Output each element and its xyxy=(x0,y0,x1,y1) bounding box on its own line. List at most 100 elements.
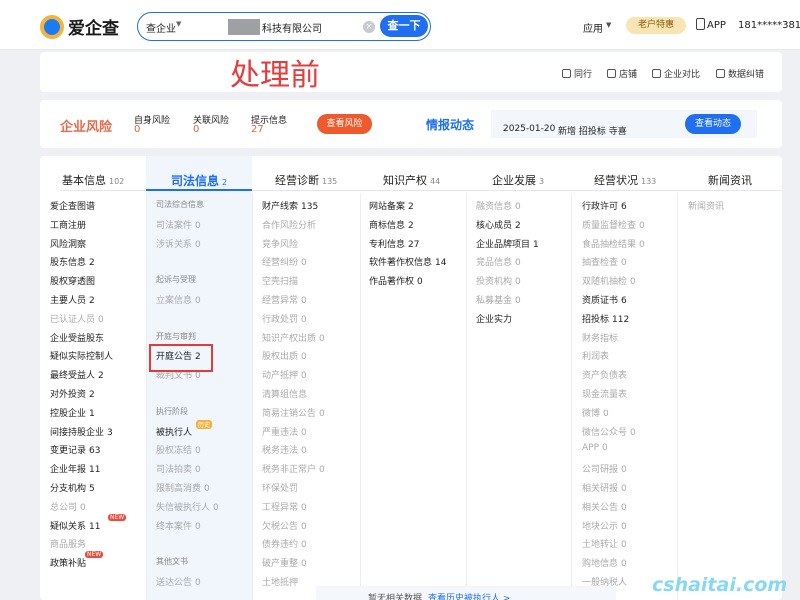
list-item[interactable]: 股权冻结 0 xyxy=(156,443,219,462)
list-item[interactable]: 地块公示 0 xyxy=(582,519,645,538)
list-item[interactable]: 专利信息 27 xyxy=(369,237,446,256)
list-item[interactable]: 软件著作权信息 14 xyxy=(369,255,446,274)
list-item[interactable]: 企业实力 xyxy=(476,312,539,331)
list-item[interactable]: 破产重整 0 xyxy=(262,556,325,575)
list-item[interactable]: 微信公众号 0 xyxy=(582,425,645,444)
compare-button[interactable]: 企业对比 xyxy=(652,67,700,80)
list-item[interactable]: 主要人员 2 xyxy=(50,293,113,312)
list-item[interactable]: 涉诉关系 0 xyxy=(156,237,219,256)
peer-button[interactable]: 同行 xyxy=(562,67,592,80)
list-item[interactable]: 税务违法 0 xyxy=(262,443,325,462)
tab-intellectual-property[interactable]: 知识产权 44 xyxy=(383,172,440,188)
list-item[interactable]: 商标信息 2 xyxy=(369,218,446,237)
list-item[interactable]: 合作风险分析 xyxy=(262,218,325,237)
tab-business-diagnosis[interactable]: 经营诊断 135 xyxy=(275,172,337,188)
tab-judicial-info[interactable]: 司法信息 2 xyxy=(171,172,227,189)
list-item[interactable]: 政策补贴 NEW xyxy=(50,551,113,575)
list-item[interactable]: 股东信息 2 xyxy=(50,255,113,274)
list-item[interactable]: 空壳扫描 xyxy=(262,274,325,293)
search-button[interactable]: 查一下 xyxy=(380,15,428,37)
list-item[interactable]: 抽查检查 0 xyxy=(582,255,645,274)
list-item[interactable]: 企业受益股东 xyxy=(50,331,113,350)
list-item[interactable]: 间接持股企业 3 xyxy=(50,425,113,444)
list-item[interactable]: 被执行人 历史 xyxy=(156,419,219,444)
list-item[interactable]: 爱企查图谱 xyxy=(50,199,113,218)
list-item[interactable]: 经营异常 0 xyxy=(262,293,325,312)
list-item[interactable]: 核心成员 2 xyxy=(476,218,539,237)
list-item[interactable]: 资产负债表 xyxy=(582,368,645,387)
list-item[interactable]: APP 0 xyxy=(582,443,645,462)
data-correction-button[interactable]: 数据纠错 xyxy=(716,67,764,80)
list-item[interactable]: 企业品牌项目 1 xyxy=(476,237,539,256)
list-item[interactable]: 公司研报 0 xyxy=(582,462,645,481)
tab-news[interactable]: 新闻资讯 xyxy=(708,172,752,188)
list-item[interactable]: 新闻资讯 xyxy=(688,199,724,218)
list-item[interactable]: 购地信息 0 xyxy=(582,556,645,575)
list-item[interactable]: 相关公告 0 xyxy=(582,500,645,519)
list-item[interactable]: 资质证书 6 xyxy=(582,293,645,312)
app-download-link[interactable]: APP xyxy=(707,20,726,31)
list-item[interactable]: 竞品信息 0 xyxy=(476,255,539,274)
list-item[interactable]: 简易注销公告 0 xyxy=(262,406,325,425)
list-item[interactable]: 最终受益人 2 xyxy=(50,368,113,387)
list-item[interactable]: 终本案件 0 xyxy=(156,519,219,538)
list-item[interactable]: 疑似实际控制人 xyxy=(50,349,113,368)
list-item[interactable]: 私募基金 0 xyxy=(476,293,539,312)
list-item[interactable]: 行政许可 6 xyxy=(582,199,645,218)
list-item[interactable]: 经营纠纷 0 xyxy=(262,255,325,274)
logo[interactable]: 爱企查 xyxy=(40,14,119,39)
list-item[interactable]: 股权出质 0 xyxy=(262,349,325,368)
list-item[interactable]: 财务指标 xyxy=(582,331,645,350)
list-item[interactable]: 现金流量表 xyxy=(582,387,645,406)
list-item[interactable]: 知识产权出质 0 xyxy=(262,331,325,350)
list-item[interactable]: 变更记录 63 xyxy=(50,443,113,462)
list-item[interactable]: 失信被执行人 0 xyxy=(156,500,219,519)
list-item[interactable]: 食品抽检结果 0 xyxy=(582,237,645,256)
list-item[interactable]: 欠税公告 0 xyxy=(262,519,325,538)
list-item[interactable]: 股权穿透图 xyxy=(50,274,113,293)
list-item[interactable]: 双随机抽检 0 xyxy=(582,274,645,293)
list-item[interactable]: 清算组信息 xyxy=(262,387,325,406)
list-item[interactable]: 严重违法 0 xyxy=(262,425,325,444)
tab-operations[interactable]: 经营状况 133 xyxy=(594,172,656,188)
intel-text[interactable]: 新增 招投标 寺喜 xyxy=(558,124,627,137)
list-item[interactable]: 司法拍卖 0 xyxy=(156,462,219,481)
list-item[interactable]: 送达公告 0 xyxy=(156,575,219,594)
list-item[interactable]: 税务非正常户 0 xyxy=(262,462,325,481)
list-item[interactable]: 对外投资 2 xyxy=(50,387,113,406)
list-item[interactable]: 商品服务 xyxy=(50,537,113,556)
risk-item-value[interactable]: 0 xyxy=(193,124,199,135)
list-item[interactable]: 竞争风险 xyxy=(262,237,325,256)
view-intel-button[interactable]: 查看动态 xyxy=(685,114,741,134)
list-item[interactable]: 限制高消费 0 xyxy=(156,481,219,500)
list-item[interactable]: 控股企业 1 xyxy=(50,406,113,425)
list-item[interactable]: 网站备案 2 xyxy=(369,199,446,218)
list-item[interactable]: 债券违约 0 xyxy=(262,537,325,556)
list-item[interactable]: 已认证人员 0 xyxy=(50,312,113,331)
nav-app-menu[interactable]: 应用 xyxy=(583,20,603,35)
history-executee-link[interactable]: 查看历史被执行人 > xyxy=(428,591,510,600)
list-item[interactable]: 招投标 112 xyxy=(582,312,645,331)
list-item[interactable]: 企业年报 11 xyxy=(50,462,113,481)
list-item[interactable]: 司法案件 0 xyxy=(156,218,219,237)
list-item[interactable]: 财产线索 135 xyxy=(262,199,325,218)
list-item[interactable]: 投资机构 0 xyxy=(476,274,539,293)
list-item[interactable]: 土地转让 0 xyxy=(582,537,645,556)
risk-item-value[interactable]: 0 xyxy=(134,124,140,135)
list-item[interactable]: 微博 0 xyxy=(582,406,645,425)
list-item[interactable]: 疑似关系 11 NEW xyxy=(50,513,127,538)
list-item[interactable]: 融资信息 0 xyxy=(476,199,539,218)
list-item[interactable]: 行政处罚 0 xyxy=(262,312,325,331)
search-input[interactable] xyxy=(234,18,366,36)
list-item[interactable]: 作品著作权 0 xyxy=(369,274,446,293)
list-item[interactable]: 相关研报 0 xyxy=(582,481,645,500)
list-item[interactable]: 质量监督检查 0 xyxy=(582,218,645,237)
list-item[interactable]: 分支机构 5 xyxy=(50,481,113,500)
search-scope-select[interactable]: 查企业 xyxy=(146,20,176,35)
vip-offer-badge[interactable]: 老户特惠 xyxy=(626,17,686,34)
view-risk-button[interactable]: 查看风险 xyxy=(317,114,372,134)
list-item[interactable]: 环保处罚 xyxy=(262,481,325,500)
tab-development[interactable]: 企业发展 3 xyxy=(492,172,544,188)
list-item[interactable]: 总公司 0 xyxy=(50,500,113,519)
list-item[interactable]: 风险洞察 xyxy=(50,237,113,256)
